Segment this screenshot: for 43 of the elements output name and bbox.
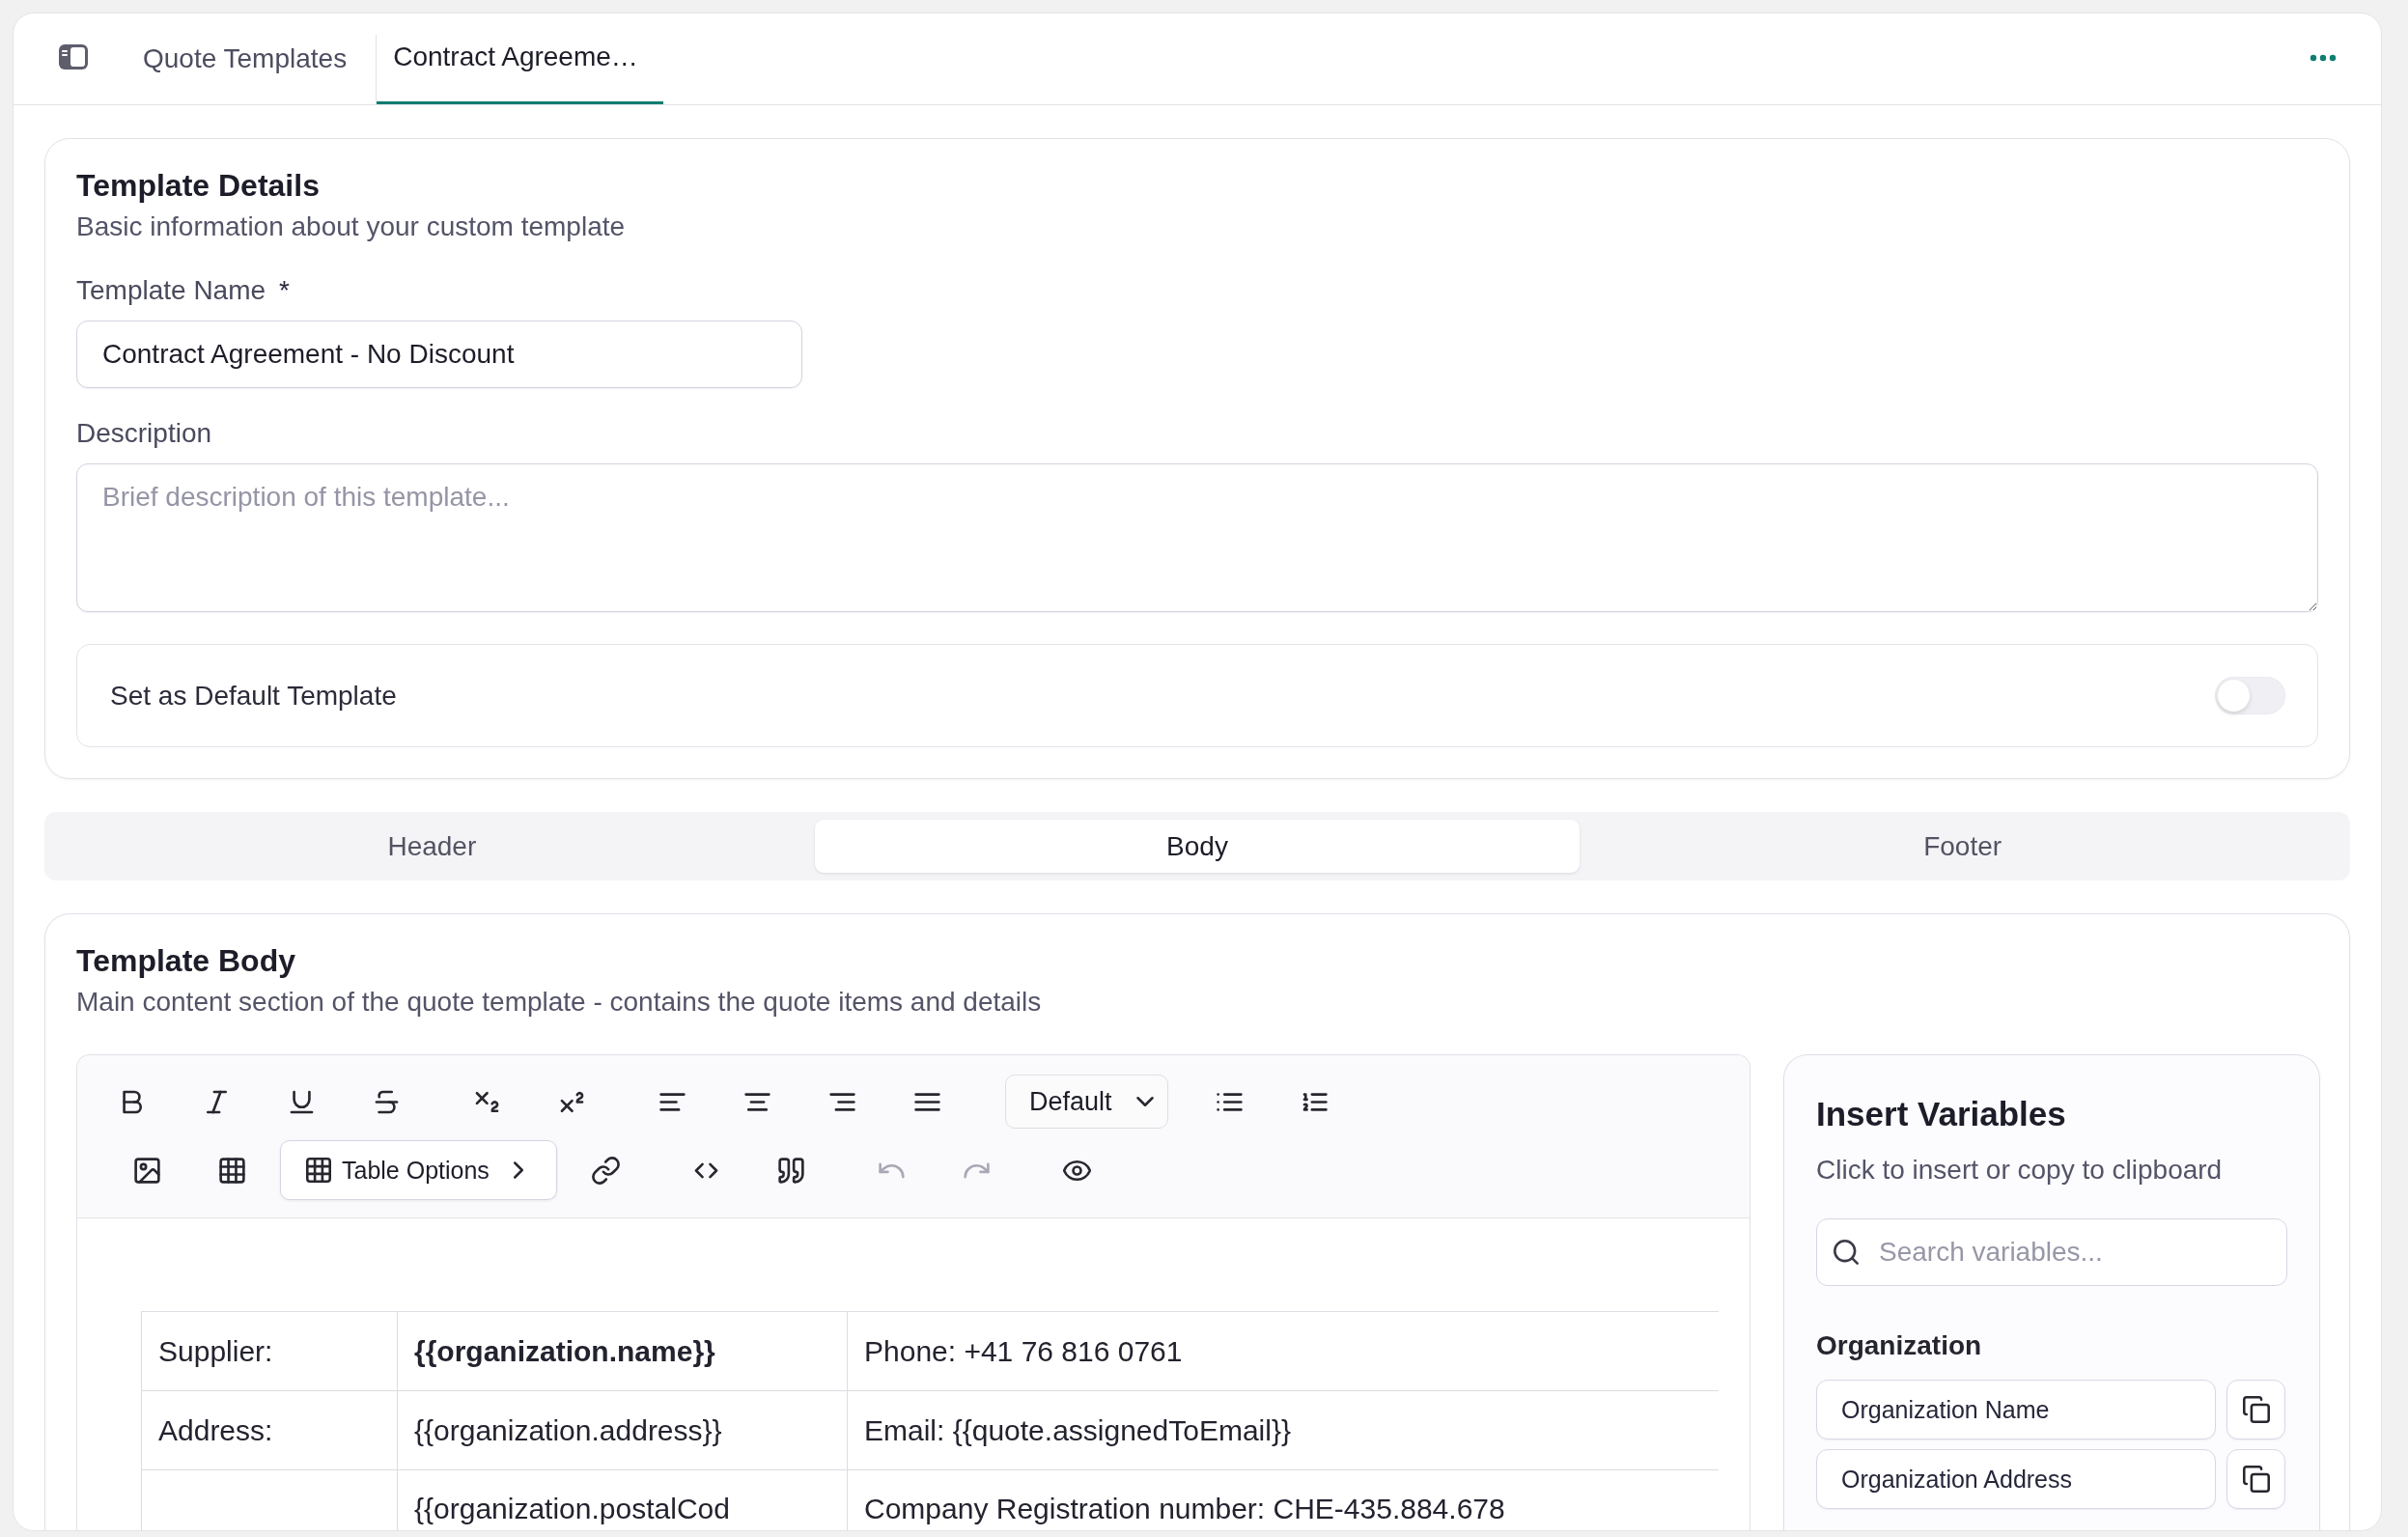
table-icon[interactable] — [217, 1156, 246, 1185]
card-title: Template Details — [76, 167, 321, 204]
table-options-button[interactable]: Table Options — [280, 1140, 557, 1200]
search-icon — [1834, 1240, 1859, 1265]
card-subtitle: Basic information about your custom template — [76, 210, 627, 243]
quote-icon[interactable] — [776, 1156, 805, 1185]
top-tab[interactable]: Quote Templates — [127, 35, 378, 104]
group-title: Organization — [1816, 1329, 1983, 1362]
field-label: Description — [76, 417, 212, 450]
variable-button[interactable]: Organization Address — [1816, 1449, 2216, 1509]
field-label: Template Name — [76, 274, 266, 307]
toggle-label: Set as Default Template — [110, 679, 397, 713]
copy-icon — [2242, 1396, 2270, 1423]
image-icon[interactable] — [132, 1156, 161, 1185]
search-field[interactable]: Search variables... — [1816, 1218, 2287, 1286]
toggle-switch[interactable] — [2215, 677, 2285, 714]
chevron-down-icon — [1136, 1097, 1154, 1106]
copy-button[interactable] — [2226, 1449, 2285, 1509]
copy-icon — [2242, 1466, 2270, 1493]
more-icon[interactable] — [2310, 54, 2337, 62]
card-subtitle: Main content section of the quote template - contains the quote items and details — [76, 986, 1043, 1019]
description-textarea[interactable]: Brief description of this template... — [76, 463, 2318, 612]
copy-button[interactable] — [2226, 1380, 2285, 1439]
variable-button[interactable]: Organization Name — [1816, 1380, 2216, 1439]
link-icon[interactable] — [591, 1156, 620, 1185]
table-cell: Address: — [141, 1390, 398, 1470]
section-tab[interactable]: Body — [814, 820, 1581, 873]
section-tab[interactable]: Footer — [1580, 820, 2345, 873]
chevron-right-icon — [513, 1161, 523, 1179]
top-tab[interactable]: Contract Agreeme… — [377, 35, 663, 104]
text-style-dropdown[interactable]: Default — [1005, 1075, 1168, 1129]
panel-title: Insert Variables — [1816, 1094, 2067, 1134]
table-cell: Supplier: — [141, 1311, 398, 1391]
sidebar-toggle-icon[interactable] — [58, 43, 89, 70]
table-icon — [306, 1158, 331, 1183]
table-cell: {{organization.name}} — [397, 1311, 848, 1391]
table-cell: Phone: +41 76 816 0761 — [847, 1311, 1719, 1391]
card-title: Template Body — [76, 942, 296, 979]
required-mark: * — [279, 274, 290, 307]
section-tab[interactable]: Header — [49, 820, 815, 873]
panel-subtitle: Click to insert or copy to clipboard — [1816, 1154, 2224, 1187]
template-name-input[interactable]: Contract Agreement - No Discount — [76, 321, 802, 388]
table-cell: {{organization.address}} — [397, 1390, 848, 1470]
